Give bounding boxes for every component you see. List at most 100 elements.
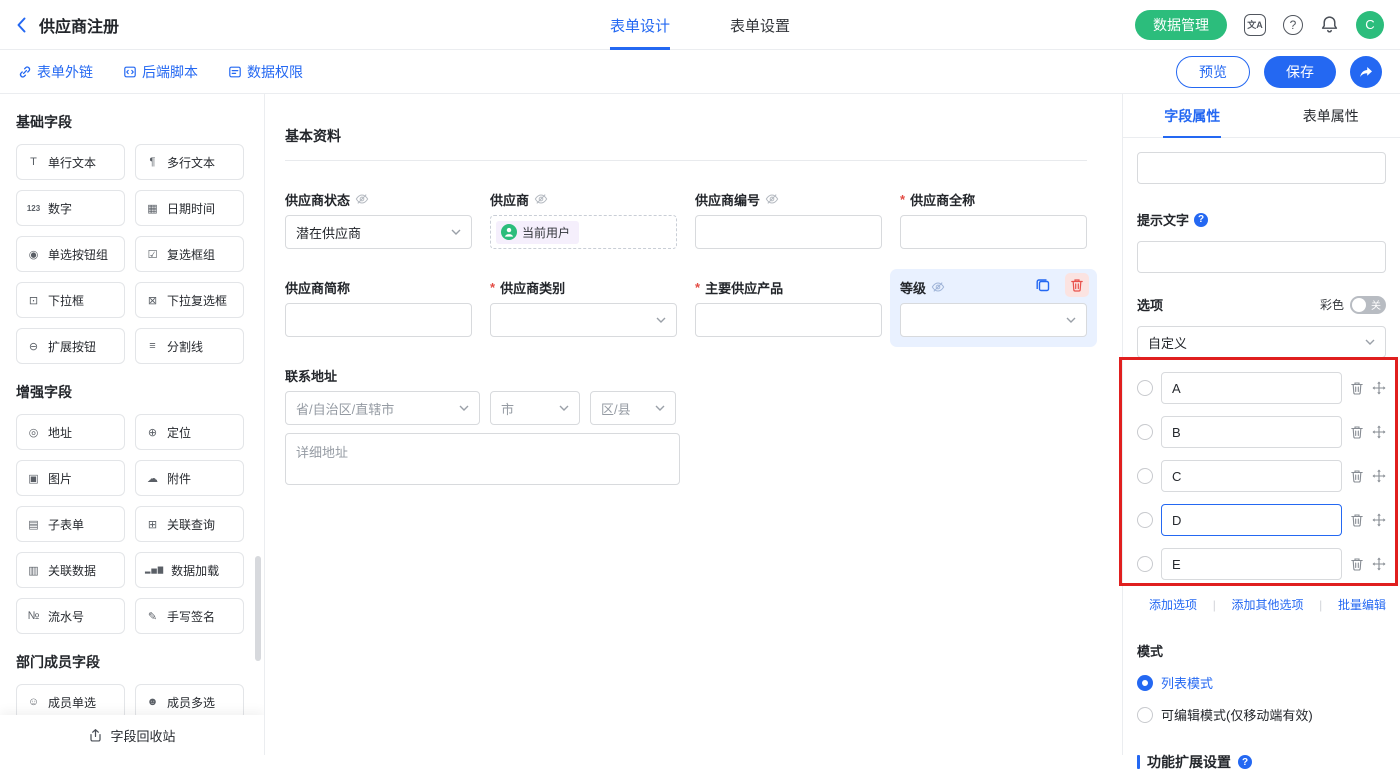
field-address[interactable]: ◎地址 (16, 414, 125, 450)
option-input-c[interactable] (1161, 460, 1342, 492)
option-move-icon[interactable] (1372, 557, 1386, 571)
field-title-input[interactable] (1137, 152, 1386, 184)
mode-editable-radio[interactable] (1137, 707, 1153, 723)
supplier-code-input[interactable] (695, 215, 882, 249)
tab-form-settings[interactable]: 表单设置 (730, 0, 790, 50)
option-radio[interactable] (1137, 468, 1153, 484)
field-linked-query[interactable]: ⊞关联查询 (135, 506, 244, 542)
field-main-products[interactable]: *主要供应产品 (695, 279, 882, 337)
field-radio-group[interactable]: ◉单选按钮组 (16, 236, 125, 272)
supplier-category-select[interactable] (490, 303, 677, 337)
add-other-option-link[interactable]: 添加其他选项 (1231, 596, 1303, 613)
field-checkbox-group[interactable]: ☑复选框组 (135, 236, 244, 272)
field-supplier-short-name[interactable]: 供应商简称 (285, 279, 472, 337)
option-delete-icon[interactable] (1350, 513, 1364, 527)
city-select[interactable]: 市 (490, 391, 580, 425)
data-manage-button[interactable]: 数据管理 (1135, 10, 1227, 40)
back-icon[interactable] (16, 17, 27, 33)
help-icon[interactable]: ? (1283, 15, 1303, 35)
tab-form-design[interactable]: 表单设计 (610, 0, 670, 50)
option-move-icon[interactable] (1372, 425, 1386, 439)
option-radio[interactable] (1137, 380, 1153, 396)
mode-list-row[interactable]: 列表模式 (1137, 673, 1386, 692)
field-multi-line-text[interactable]: ¶多行文本 (135, 144, 244, 180)
option-input-a[interactable] (1161, 372, 1342, 404)
field-dropdown[interactable]: ⊡下拉框 (16, 282, 125, 318)
field-supplier-code[interactable]: 供应商编号 (695, 191, 882, 249)
option-input-b[interactable] (1161, 416, 1342, 448)
preview-button[interactable]: 预览 (1176, 56, 1250, 88)
field-location[interactable]: ⊕定位 (135, 414, 244, 450)
avatar[interactable]: C (1356, 11, 1384, 39)
extension-help-icon[interactable]: ? (1238, 755, 1252, 769)
field-attachment[interactable]: ☁附件 (135, 460, 244, 496)
notification-bell-icon[interactable] (1320, 15, 1339, 34)
option-delete-icon[interactable] (1350, 469, 1364, 483)
field-linked-data[interactable]: ▥关联数据 (16, 552, 125, 588)
color-toggle-off[interactable]: 关 (1350, 296, 1386, 314)
field-supplier[interactable]: 供应商 当前用户 (490, 191, 677, 249)
option-radio[interactable] (1137, 424, 1153, 440)
option-radio[interactable] (1137, 512, 1153, 528)
district-select[interactable]: 区/县 (590, 391, 676, 425)
mode-list-radio-selected[interactable] (1137, 675, 1153, 691)
field-contact-address[interactable]: 联系地址 省/自治区/直辖市 市 区/县 (285, 367, 705, 490)
supplier-short-name-input[interactable] (285, 303, 472, 337)
grade-select[interactable] (900, 303, 1087, 337)
field-supplier-category[interactable]: *供应商类别 (490, 279, 677, 337)
batch-edit-link[interactable]: 批量编辑 (1338, 596, 1386, 613)
tab-field-properties[interactable]: 字段属性 (1123, 94, 1262, 137)
add-option-link[interactable]: 添加选项 (1149, 596, 1197, 613)
form-canvas[interactable]: 基本资料 供应商状态 潜在供应商 供应商 (265, 94, 1122, 755)
copy-field-button[interactable] (1031, 273, 1055, 297)
option-move-icon[interactable] (1372, 469, 1386, 483)
backend-script-link[interactable]: 后端脚本 (123, 62, 198, 82)
current-user-tag[interactable]: 当前用户 (496, 221, 579, 244)
data-permission-label: 数据权限 (247, 62, 303, 82)
supplier-full-name-input[interactable] (900, 215, 1087, 249)
sidebar-scrollbar[interactable] (255, 556, 261, 661)
translate-icon[interactable]: 文A (1244, 14, 1266, 36)
field-datetime[interactable]: ▦日期时间 (135, 190, 244, 226)
field-image[interactable]: ▣图片 (16, 460, 125, 496)
option-delete-icon[interactable] (1350, 381, 1364, 395)
option-source-select[interactable]: 自定义 (1137, 326, 1386, 358)
field-data-load[interactable]: ▂▅▇数据加载 (135, 552, 244, 588)
field-grade-selected[interactable]: 等级 (900, 279, 1087, 337)
option-move-icon[interactable] (1372, 513, 1386, 527)
field-divider[interactable]: ≡分割线 (135, 328, 244, 364)
main-products-input[interactable] (695, 303, 882, 337)
hint-help-icon[interactable]: ? (1194, 213, 1208, 227)
tab-form-properties[interactable]: 表单属性 (1262, 94, 1400, 137)
mode-editable-row[interactable]: 可编辑模式(仅移动端有效) (1137, 705, 1386, 724)
option-move-icon[interactable] (1372, 381, 1386, 395)
field-supplier-status[interactable]: 供应商状态 潜在供应商 (285, 191, 472, 249)
field-single-line-text[interactable]: T单行文本 (16, 144, 125, 180)
address-detail-textarea[interactable] (285, 433, 680, 485)
supplier-default-value[interactable]: 当前用户 (490, 215, 677, 249)
field-serial-number[interactable]: №流水号 (16, 598, 125, 634)
recycle-label: 字段回收站 (110, 726, 175, 745)
option-input-e[interactable] (1161, 548, 1342, 580)
province-select[interactable]: 省/自治区/直辖市 (285, 391, 480, 425)
field-subform[interactable]: ▤子表单 (16, 506, 125, 542)
sub-toolbar: 表单外链 后端脚本 数据权限 预览 保存 (0, 50, 1400, 94)
field-dropdown-multi[interactable]: ⊠下拉复选框 (135, 282, 244, 318)
panel-body: 提示文字 ? 选项 彩色 关 自定义 (1123, 138, 1400, 772)
supplier-status-select[interactable]: 潜在供应商 (285, 215, 472, 249)
form-external-link[interactable]: 表单外链 (18, 62, 93, 82)
option-delete-icon[interactable] (1350, 425, 1364, 439)
field-recycle-bin[interactable]: 字段回收站 (0, 715, 264, 755)
field-number[interactable]: 123数字 (16, 190, 125, 226)
share-button[interactable] (1350, 56, 1382, 88)
data-permission-link[interactable]: 数据权限 (228, 62, 303, 82)
field-supplier-full-name[interactable]: *供应商全称 (900, 191, 1087, 249)
option-radio[interactable] (1137, 556, 1153, 572)
field-signature[interactable]: ✎手写签名 (135, 598, 244, 634)
option-delete-icon[interactable] (1350, 557, 1364, 571)
save-button[interactable]: 保存 (1264, 56, 1336, 88)
option-input-d[interactable] (1161, 504, 1342, 536)
hint-text-input[interactable] (1137, 241, 1386, 273)
delete-field-button[interactable] (1065, 273, 1089, 297)
field-extend-button[interactable]: ⊖扩展按钮 (16, 328, 125, 364)
